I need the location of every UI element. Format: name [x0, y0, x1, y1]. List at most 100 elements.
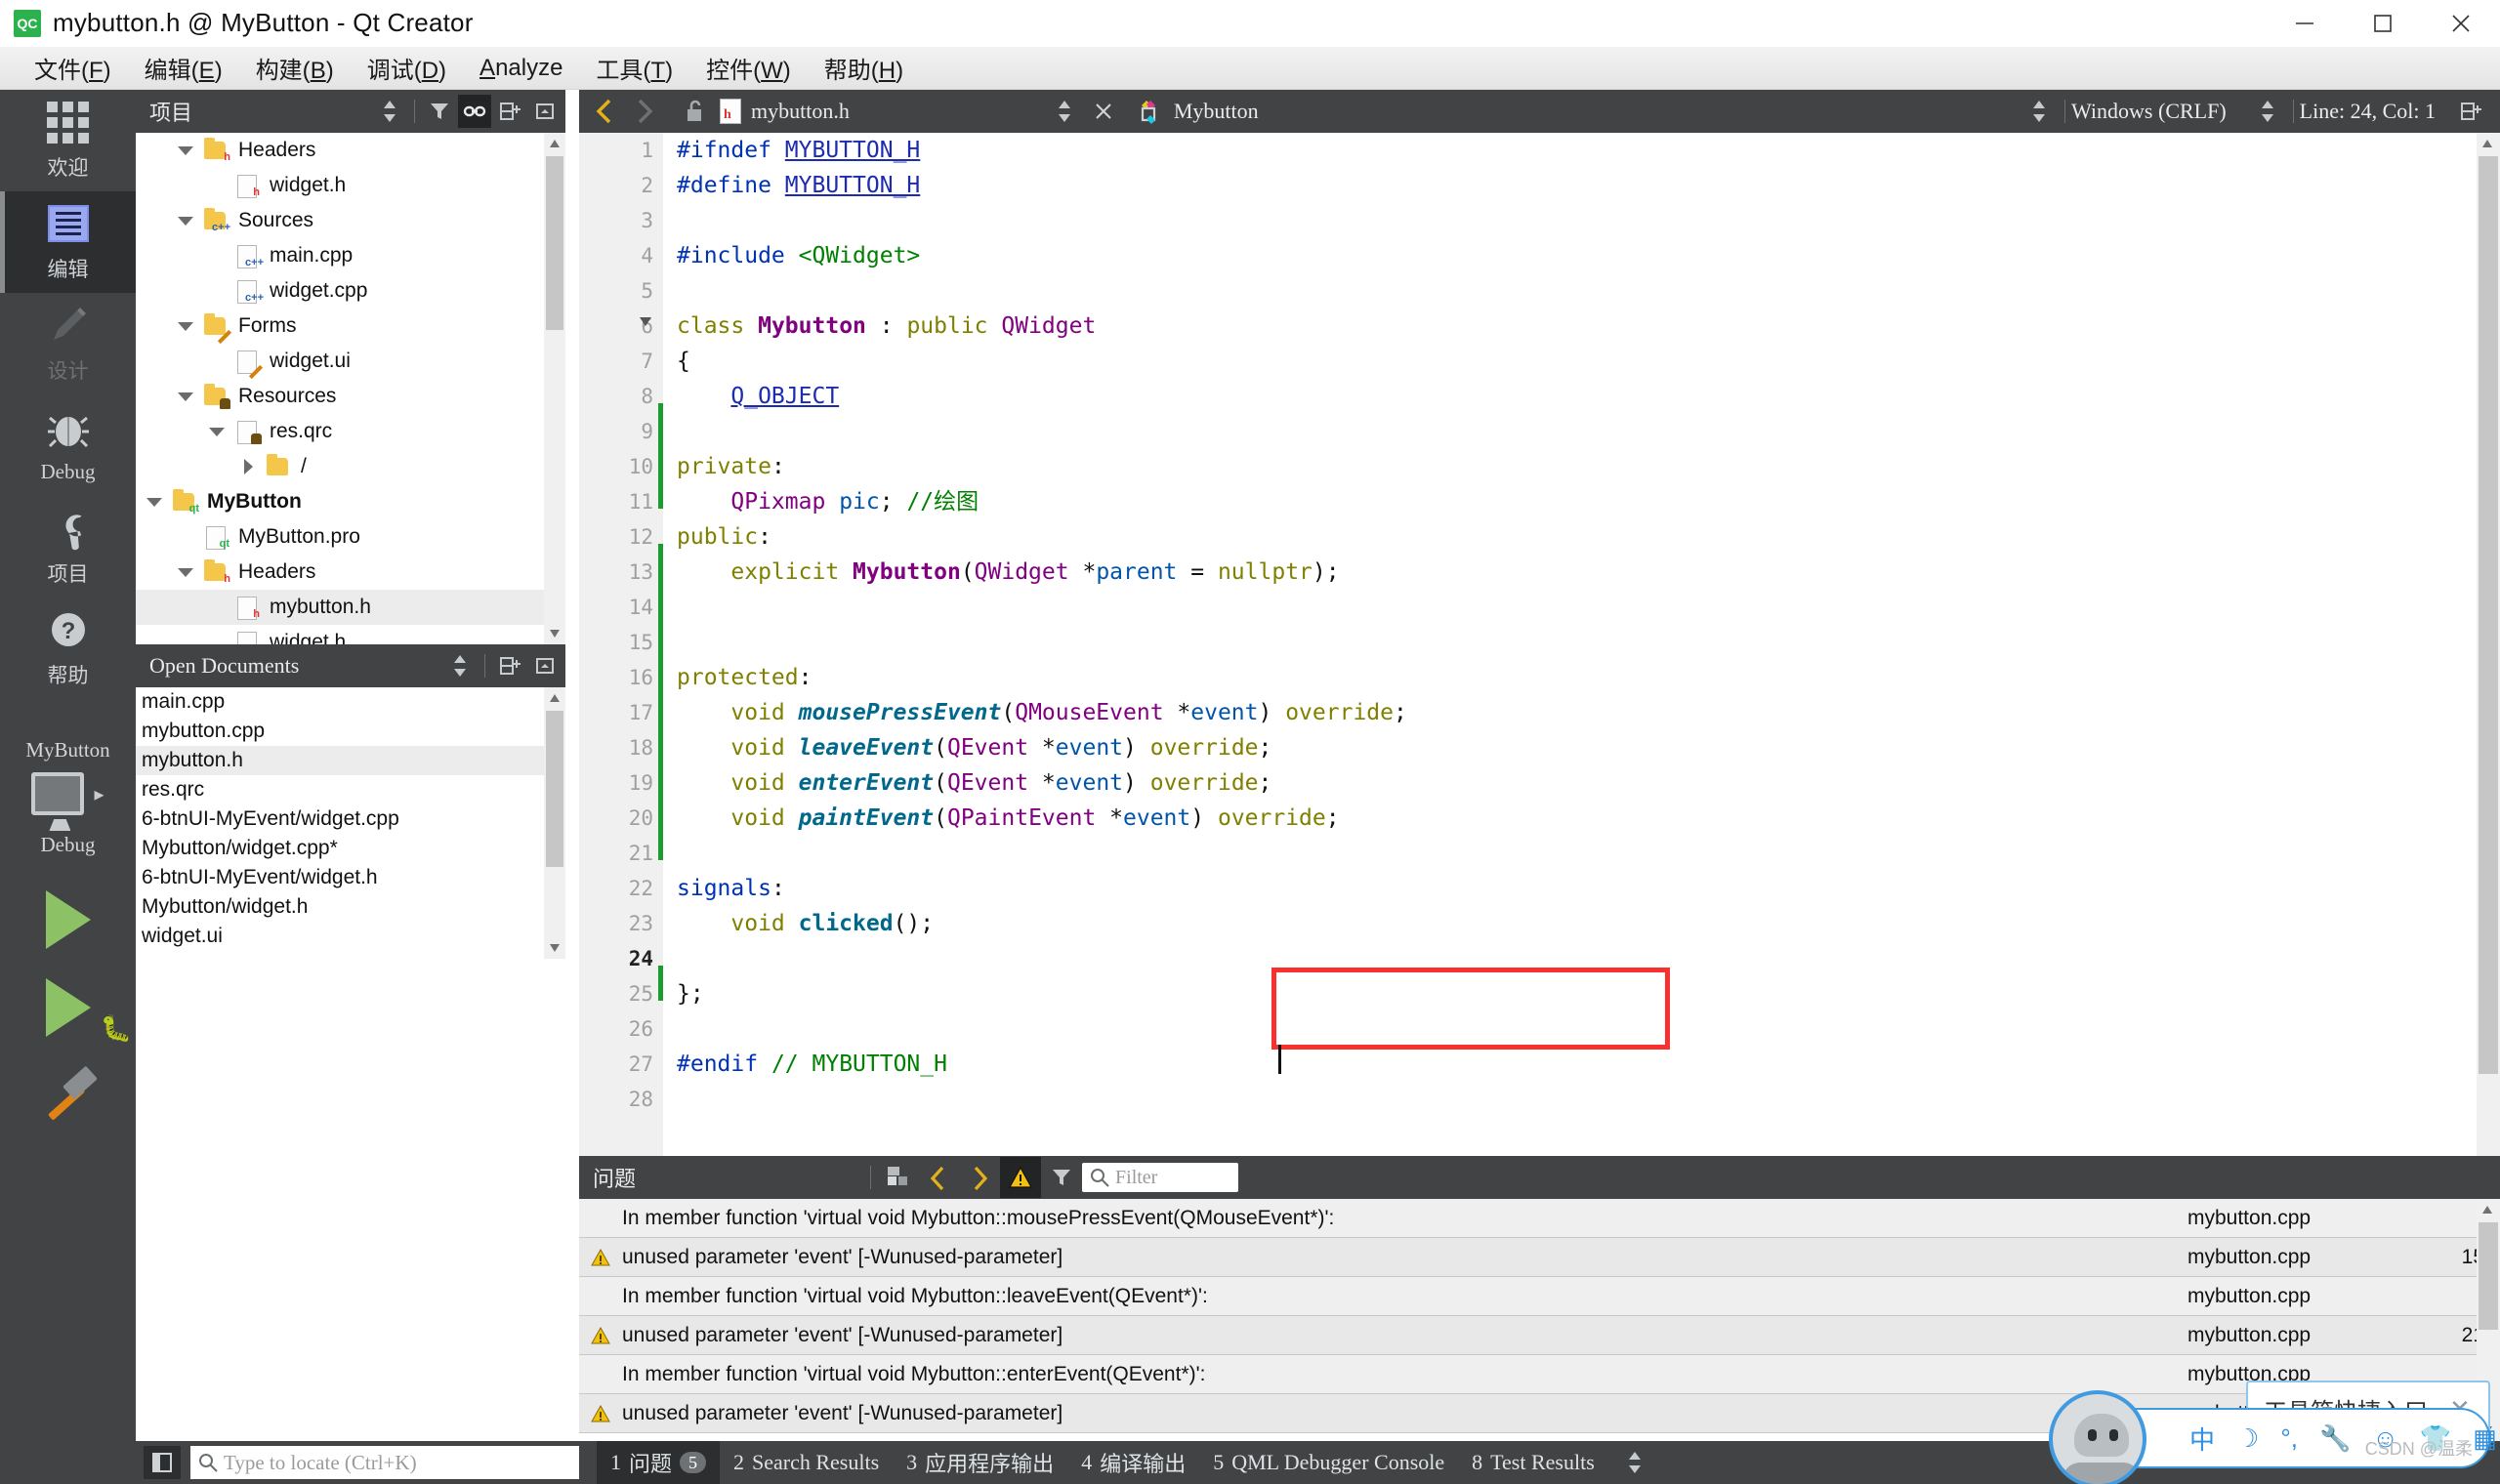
code-line[interactable]: class Mybutton : public QWidget [663, 309, 2500, 344]
open-document-item[interactable]: main.cpp [136, 687, 565, 717]
code-line[interactable] [663, 836, 2500, 871]
scrollbar-thumb[interactable] [546, 711, 563, 867]
tree-item[interactable]: h widget.h [136, 625, 565, 644]
code-line[interactable]: explicit Mybutton(QWidget *parent = null… [663, 555, 2500, 590]
tree-item[interactable]: Resources [136, 379, 565, 414]
issue-row[interactable]: unused parameter 'event' [-Wunused-param… [579, 1238, 2500, 1277]
open-document-item[interactable]: Mybutton/widget.cpp* [136, 834, 565, 863]
code-line[interactable] [663, 414, 2500, 449]
open-document-item[interactable]: mybutton.h [136, 746, 565, 775]
issue-row[interactable]: In member function 'virtual void Mybutto… [579, 1355, 2500, 1394]
chevron-down-icon[interactable] [175, 386, 196, 407]
split-add-icon[interactable] [493, 95, 526, 128]
mode-debug[interactable]: Debug [0, 394, 136, 496]
menu-item-7[interactable]: 控件(W) [689, 47, 808, 89]
output-pane-tab[interactable]: 5 QML Debugger Console [1199, 1441, 1458, 1484]
menu-item-1[interactable]: 文件(F) [18, 47, 128, 89]
scroll-up-arrow[interactable] [2477, 133, 2498, 154]
editor-filename[interactable]: mybutton.h [751, 99, 850, 124]
view-combo-arrows[interactable] [443, 649, 477, 682]
open-document-item[interactable]: 6-btnUI-MyEvent/widget.h [136, 863, 565, 892]
open-document-item[interactable]: res.qrc [136, 775, 565, 804]
code-line[interactable]: Q_OBJECT [663, 379, 2500, 414]
issue-row[interactable]: unused parameter 'event' [-Wunused-param… [579, 1316, 2500, 1355]
code-line[interactable] [663, 273, 2500, 309]
issue-row[interactable]: In member function 'virtual void Mybutto… [579, 1199, 2500, 1238]
encoding-combo-arrows[interactable] [2248, 92, 2287, 131]
tree-item[interactable]: qt MyButton.pro [136, 519, 565, 555]
open-document-item[interactable]: 6-btnUI-MyEvent/widget.cpp [136, 804, 565, 834]
tree-item[interactable]: h Headers [136, 555, 565, 590]
chevron-down-icon[interactable] [175, 140, 196, 161]
view-combo-arrows[interactable] [373, 95, 406, 128]
scroll-up-arrow[interactable] [544, 687, 565, 709]
code-line[interactable]: #include <QWidget> [663, 238, 2500, 273]
code-text[interactable]: #ifndef MYBUTTON_H #define MYBUTTON_H #in… [663, 133, 2500, 1156]
code-line[interactable] [663, 625, 2500, 660]
chevron-down-icon[interactable] [175, 315, 196, 337]
close-document-icon[interactable] [1084, 92, 1123, 131]
project-tree-scrollbar[interactable] [544, 133, 565, 644]
code-line[interactable] [663, 941, 2500, 976]
locator-input[interactable]: Type to locate (Ctrl+K) [190, 1446, 579, 1479]
scroll-up-arrow[interactable] [544, 133, 565, 154]
open-document-item[interactable]: widget.ui [136, 922, 565, 951]
code-line[interactable] [663, 1082, 2500, 1117]
copy-icon[interactable] [877, 1157, 918, 1198]
open-document-item[interactable]: mybutton.cpp [136, 717, 565, 746]
tree-item[interactable]: widget.ui [136, 344, 565, 380]
mode-help[interactable]: ? 帮助 [0, 598, 136, 699]
sync-link-icon[interactable] [458, 95, 491, 128]
close-icon[interactable] [2422, 0, 2500, 47]
menu-item-3[interactable]: 构建(B) [239, 47, 351, 89]
project-tree[interactable]: h Headers h widget.h c++ Sources c++ main.cpp c+… [136, 133, 565, 644]
code-line[interactable]: QPixmap pic; //绘图 [663, 484, 2500, 519]
mode-design[interactable]: 设计 [0, 293, 136, 394]
code-line[interactable]: void paintEvent(QPaintEvent *event) over… [663, 801, 2500, 836]
forward-chevron-icon[interactable] [624, 92, 663, 131]
open-documents-scrollbar[interactable] [544, 687, 565, 959]
split-add-icon[interactable] [2451, 92, 2490, 131]
menu-item-6[interactable]: 工具(T) [579, 47, 689, 89]
tree-item[interactable]: c++ main.cpp [136, 238, 565, 273]
output-pane-combo-arrows[interactable] [1618, 1446, 1651, 1479]
issue-row[interactable]: In member function 'virtual void Mybutto… [579, 1277, 2500, 1316]
kit-selector[interactable]: MyButton ▸ Debug 🐛 [0, 738, 136, 1129]
code-line[interactable]: void leaveEvent(QEvent *event) override; [663, 730, 2500, 765]
close-split-icon[interactable] [528, 95, 562, 128]
menu-item-8[interactable]: 帮助(H) [808, 47, 920, 89]
close-split-icon[interactable] [528, 649, 562, 682]
scrollbar-thumb[interactable] [546, 156, 563, 330]
menu-item-2[interactable]: 编辑(E) [128, 47, 239, 89]
tree-item[interactable]: Forms [136, 309, 565, 345]
mode-projects[interactable]: 项目 [0, 496, 136, 598]
editor-scrollbar[interactable] [2477, 133, 2500, 1156]
tree-item[interactable]: h Headers [136, 133, 565, 168]
code-line[interactable] [663, 1011, 2500, 1047]
maximize-icon[interactable] [2344, 0, 2422, 47]
scrollbar-thumb[interactable] [2479, 156, 2498, 1074]
scrollbar-thumb[interactable] [2479, 1222, 2498, 1330]
document-combo-arrows[interactable] [1045, 92, 1084, 131]
code-line[interactable]: public: [663, 519, 2500, 555]
code-editor[interactable]: 1 2 3 4 5 6 7 8 9 10 11 12 13 14 15 16 17 18 19 20 21 22 23 24 2… [579, 133, 2500, 1156]
code-line[interactable]: signals: [663, 871, 2500, 906]
code-line[interactable]: private: [663, 449, 2500, 484]
code-line[interactable]: #endif // MYBUTTON_H [663, 1047, 2500, 1082]
code-line[interactable] [663, 203, 2500, 238]
build-button[interactable] [39, 1065, 98, 1129]
chevron-down-icon[interactable] [206, 421, 228, 442]
chevron-down-icon[interactable] [175, 210, 196, 231]
output-pane-tab[interactable]: 1 问题 5 [597, 1441, 721, 1484]
tree-item[interactable]: c++ Sources [136, 203, 565, 238]
back-chevron-icon[interactable] [585, 92, 624, 131]
output-pane-tab[interactable]: 4 编译输出 [1067, 1441, 1199, 1484]
code-line[interactable]: }; [663, 976, 2500, 1011]
chevron-down-icon[interactable] [144, 491, 165, 513]
mode-edit[interactable]: 编辑 [0, 191, 136, 293]
code-line[interactable]: void mousePressEvent(QMouseEvent *event)… [663, 695, 2500, 730]
run-button[interactable] [45, 890, 91, 949]
assistant-avatar-icon[interactable] [2049, 1390, 2146, 1484]
fold-marker-icon[interactable] [638, 314, 653, 333]
start-debugging-button[interactable]: 🐛 [45, 978, 132, 1043]
